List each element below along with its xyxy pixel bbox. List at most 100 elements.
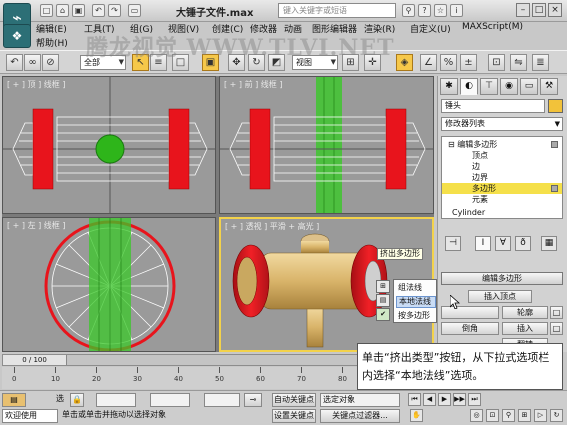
move-icon[interactable]: ✥ [228,54,245,71]
menu-create[interactable]: 创建(C) [212,22,243,35]
prev-frame-icon[interactable]: ◀ [423,393,436,406]
viewport-top[interactable]: [ + ] 顶 ] 线框 ] [2,76,216,214]
viewport-left[interactable]: [ + ] 左 ] 线框 ] [2,217,216,352]
angle-snap-icon[interactable]: ∠ [420,54,437,71]
field-of-view-icon[interactable]: ▷ [534,409,547,422]
next-frame-icon[interactable]: ▶▶ [453,393,466,406]
group-normal-icon[interactable]: ⊞ [376,280,390,293]
x-coord-field[interactable] [96,393,136,407]
ref-coord-dropdown[interactable]: 视图 [292,55,338,70]
menu-item-local-normal[interactable]: 本地法线 [396,296,436,308]
stack-toggle-icon[interactable] [551,185,558,192]
spinner-snap-icon[interactable]: ± [460,54,477,71]
stack-item-cylinder[interactable]: Cylinder [442,207,562,218]
select-object-icon[interactable]: ↖ [132,54,149,71]
pin-stack-icon[interactable]: ⊣ [445,236,461,251]
key-filters-button[interactable]: 关键点过滤器... [320,409,400,423]
arc-rotate-icon[interactable]: ↻ [550,409,563,422]
remove-modifier-icon[interactable]: ð [515,236,531,251]
selection-set-dropdown[interactable]: 选定对象 [320,393,400,407]
bevel-button[interactable]: 倒角 [441,322,499,335]
link-icon[interactable]: ∞ [24,54,41,71]
menu-modifiers[interactable]: 修改器 [250,22,277,35]
rotate-icon[interactable]: ↻ [248,54,265,71]
rect-region-icon[interactable]: □ [172,54,189,71]
menu-tools[interactable]: 工具(T) [84,22,115,35]
open-file-icon[interactable]: ⌂ [56,4,69,17]
menu-maxscript[interactable]: MAXScript(M) [462,22,523,32]
unlink-icon[interactable]: ⊘ [42,54,59,71]
configure-sets-icon[interactable]: ▦ [541,236,557,251]
key-icon[interactable]: ⊸ [244,393,262,407]
redo-icon[interactable]: ↷ [108,4,121,17]
motion-tab-icon[interactable]: ◉ [500,78,518,95]
menu-item-group-normal[interactable]: 组法线 [396,282,436,294]
menu-help[interactable]: 帮助(H) [36,36,68,49]
menu-rendering[interactable]: 渲染(R) [364,22,395,35]
make-unique-icon[interactable]: ∀ [495,236,511,251]
viewport-left-label[interactable]: [ + ] 左 ] 线框 ] [7,220,65,231]
help-icon[interactable]: ? [418,4,431,17]
viewport-top-label[interactable]: [ + ] 顶 ] 线框 ] [7,79,65,90]
stack-toggle-icon[interactable] [551,141,558,148]
project-folder-icon[interactable]: ▭ [128,4,141,17]
orbit-icon[interactable]: ◎ [470,409,483,422]
maximize-viewport-icon[interactable]: ⊡ [486,409,499,422]
hierarchy-tab-icon[interactable]: ⊤ [480,78,498,95]
local-normal-icon[interactable]: ▤ [376,294,390,307]
viewport-perspective-label[interactable]: [ + ] 透视 ] 平滑 + 高光 ] [225,221,319,232]
outline-settings-icon[interactable]: □ [550,306,563,319]
stack-item-element[interactable]: 元素 [442,194,562,205]
stack-item-edit-poly[interactable]: ⊟ 编辑多边形 [442,139,562,150]
stack-item-border[interactable]: 边界 [442,172,562,183]
menu-views[interactable]: 视图(V) [168,22,199,35]
goto-start-icon[interactable]: ⏮ [408,393,421,406]
play-icon[interactable]: ▶ [438,393,451,406]
info-icon[interactable]: i [450,4,463,17]
save-file-icon[interactable]: ▣ [72,4,85,17]
named-sets-icon[interactable]: ⊡ [488,54,505,71]
set-key-button[interactable]: 设置关键点 [272,409,316,423]
by-polygon-icon[interactable]: ✔ [376,308,390,321]
scale-icon[interactable]: ◩ [268,54,285,71]
menu-edit[interactable]: 编辑(E) [36,22,67,35]
zoom-all-icon[interactable]: ⊞ [518,409,531,422]
maxscript-listener-icon[interactable]: ▤ [2,393,26,407]
object-name-field[interactable]: 锤头 [441,99,545,113]
stack-item-polygon[interactable]: 多边形 [442,183,562,194]
auto-key-button[interactable]: 自动关键点 [272,393,316,407]
object-color-swatch[interactable] [548,99,563,113]
window-crossing-icon[interactable]: ▣ [202,54,219,71]
pivot-icon[interactable]: ⊞ [342,54,359,71]
select-by-name-icon[interactable]: ≡ [150,54,167,71]
mirror-icon[interactable]: ⇋ [510,54,527,71]
outline-button[interactable]: 轮廓 [502,306,548,319]
y-coord-field[interactable] [150,393,190,407]
menu-animation[interactable]: 动画 [284,22,302,35]
align-icon[interactable]: ≣ [532,54,549,71]
close-button[interactable]: × [548,3,562,17]
stack-item-vertex[interactable]: 顶点 [442,150,562,161]
star-icon[interactable]: ☆ [434,4,447,17]
menu-customize[interactable]: 自定义(U) [410,22,451,35]
undo-icon[interactable]: ↶ [92,4,105,17]
app-menu-button[interactable]: ❖ [3,24,31,48]
display-tab-icon[interactable]: ▭ [520,78,538,95]
create-tab-icon[interactable]: ✱ [440,78,458,95]
show-end-result-icon[interactable]: Ι [475,236,491,251]
menu-item-by-polygon[interactable]: 按多边形 [396,310,436,322]
menu-group[interactable]: 组(G) [130,22,153,35]
modifier-list-dropdown[interactable]: 修改器列表 [441,117,563,131]
insert-vertex-button[interactable]: 插入顶点 [468,290,532,303]
time-slider[interactable]: 0 / 100 [3,355,67,365]
modify-tab-icon[interactable]: ◐ [460,78,478,95]
inset-button[interactable]: 插入 [502,322,548,335]
stack-item-edge[interactable]: 边 [442,161,562,172]
lock-selection-icon[interactable]: 🔒 [70,393,84,407]
edit-poly-rollout[interactable]: 编辑多边形 [441,272,563,285]
pan-icon[interactable]: ✋ [410,409,423,422]
search-input[interactable]: 键入关键字或短语 [278,3,396,18]
goto-end-icon[interactable]: ⏭ [468,393,481,406]
welcome-field[interactable]: 欢迎使用 [2,409,58,423]
undo-icon[interactable]: ↶ [6,54,23,71]
